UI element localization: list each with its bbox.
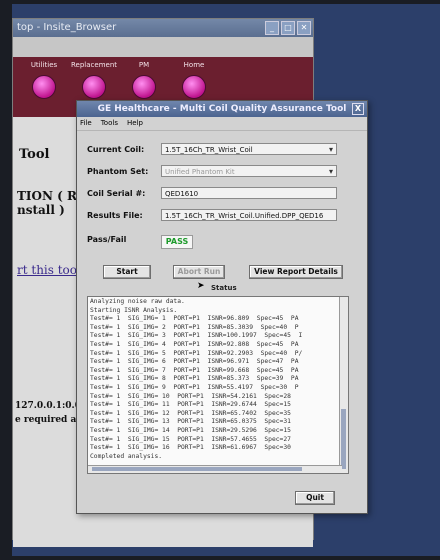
log-line: Test#= 1 SIG_IMG= 5 PORT=P1 ISNR=92.2903… <box>90 349 303 357</box>
log-line: Test#= 1 SIG_IMG= 10 PORT=P1 ISNR=54.216… <box>90 392 291 400</box>
background-window-controls: _ □ ✕ <box>265 21 311 35</box>
pass-fail-label: Pass/Fail <box>87 235 127 244</box>
menu-file[interactable]: File <box>80 117 92 130</box>
caution-heading-line1: TION ( Re <box>17 189 85 203</box>
coil-serial-input[interactable]: QED1610 <box>161 187 337 199</box>
scrollbar-thumb[interactable] <box>341 409 346 469</box>
close-icon[interactable]: X <box>352 103 364 115</box>
results-file-label: Results File: <box>87 211 143 220</box>
caution-heading-line2: nstall ) <box>17 203 65 217</box>
log-line: Test#= 1 SIG_IMG= 16 PORT=P1 ISNR=61.696… <box>90 444 291 452</box>
phantom-set-select[interactable]: Unified Phantom Kit <box>161 165 337 177</box>
toolbar-label: Home <box>183 61 205 69</box>
toolbar-label: Utilities <box>30 61 58 69</box>
log-line: Test#= 1 SIG_IMG= 13 PORT=P1 ISNR=65.037… <box>90 418 291 426</box>
log-line: Test#= 1 SIG_IMG= 1 PORT=P1 ISNR=96.809 … <box>90 315 299 323</box>
abort-run-button[interactable]: Abort Run <box>173 265 225 279</box>
phantom-set-label: Phantom Set: <box>87 167 149 176</box>
log-line: Test#= 1 SIG_IMG= 15 PORT=P1 ISNR=57.465… <box>90 435 291 443</box>
replacement-icon <box>82 75 106 99</box>
log-line: Test#= 1 SIG_IMG= 6 PORT=P1 ISNR=96.971 … <box>90 358 299 366</box>
utilities-icon <box>32 75 56 99</box>
log-line: Test#= 1 SIG_IMG= 11 PORT=P1 ISNR=29.674… <box>90 401 291 409</box>
maximize-icon[interactable]: □ <box>281 21 295 35</box>
view-report-details-button[interactable]: View Report Details <box>249 265 343 279</box>
quit-button[interactable]: Quit <box>295 491 335 505</box>
pm-icon <box>132 75 156 99</box>
results-file-input[interactable]: 1.5T_16Ch_TR_Wrist_Coil.Unified.DPP_QED1… <box>161 209 337 221</box>
display-address: 127.0.0.1:0.0 <box>15 401 81 411</box>
log-line: Starting ISNR Analysis. <box>90 306 178 314</box>
dialog-title-text: GE Healthcare - Multi Coil Quality Assur… <box>97 104 347 114</box>
required-note: e required a <box>15 415 77 425</box>
log-line: Analyzing noise raw data. <box>90 298 185 305</box>
scrollbar-thumb[interactable] <box>92 467 302 471</box>
home-icon <box>182 75 206 99</box>
log-line: Test#= 1 SIG_IMG= 3 PORT=P1 ISNR=100.199… <box>90 332 303 340</box>
menu-tools[interactable]: Tools <box>101 117 118 130</box>
toolbar-label: Replacement <box>71 61 117 69</box>
menu-bar: File Tools Help <box>77 117 367 131</box>
tool-heading: Tool <box>19 147 50 162</box>
close-icon[interactable]: ✕ <box>297 21 311 35</box>
log-line: Test#= 1 SIG_IMG= 9 PORT=P1 ISNR=55.4197… <box>90 383 299 391</box>
mouse-cursor-icon: ➤ <box>197 281 205 291</box>
toolbar-utilities[interactable]: Utilities <box>19 61 69 99</box>
log-line: Test#= 1 SIG_IMG= 7 PORT=P1 ISNR=99.668 … <box>90 366 299 374</box>
minimize-icon[interactable]: _ <box>265 21 279 35</box>
toolbar-label: PM <box>138 61 150 69</box>
pass-fail-badge: PASS <box>161 235 193 249</box>
toolbar-pm[interactable]: PM <box>119 61 169 99</box>
current-coil-select[interactable]: 1.5T_16Ch_TR_Wrist_Coil <box>161 143 337 155</box>
dialog-title: GE Healthcare - Multi Coil Quality Assur… <box>77 101 367 117</box>
log-line: Completed analysis. <box>90 452 163 460</box>
toolbar-replacement[interactable]: Replacement <box>69 61 119 99</box>
log-line: Test#= 1 SIG_IMG= 14 PORT=P1 ISNR=29.529… <box>90 426 291 434</box>
vertical-scrollbar[interactable] <box>339 297 348 473</box>
menu-help[interactable]: Help <box>127 117 143 130</box>
log-line: Test#= 1 SIG_IMG= 4 PORT=P1 ISNR=92.808 … <box>90 340 299 348</box>
coil-serial-label: Coil Serial #: <box>87 189 146 198</box>
start-tool-link[interactable]: rt this tool <box>17 263 81 277</box>
current-coil-label: Current Coil: <box>87 145 145 154</box>
screen: top - Insite_Browser _ □ ✕ Utilities Rep… <box>12 4 440 556</box>
log-line: Test#= 1 SIG_IMG= 12 PORT=P1 ISNR=65.740… <box>90 409 291 417</box>
log-line: Test#= 1 SIG_IMG= 2 PORT=P1 ISNR=85.3039… <box>90 323 299 331</box>
status-label: Status <box>211 284 237 292</box>
horizontal-scrollbar[interactable] <box>88 465 342 473</box>
start-button[interactable]: Start <box>103 265 151 279</box>
status-log-lines: Analyzing noise raw data. Starting ISNR A… <box>90 298 330 461</box>
log-line: Test#= 1 SIG_IMG= 8 PORT=P1 ISNR=85.373 … <box>90 375 299 383</box>
status-log[interactable]: Analyzing noise raw data. Starting ISNR A… <box>87 296 349 474</box>
toolbar-home[interactable]: Home <box>169 61 219 99</box>
multi-coil-qa-dialog: GE Healthcare - Multi Coil Quality Assur… <box>76 100 368 514</box>
